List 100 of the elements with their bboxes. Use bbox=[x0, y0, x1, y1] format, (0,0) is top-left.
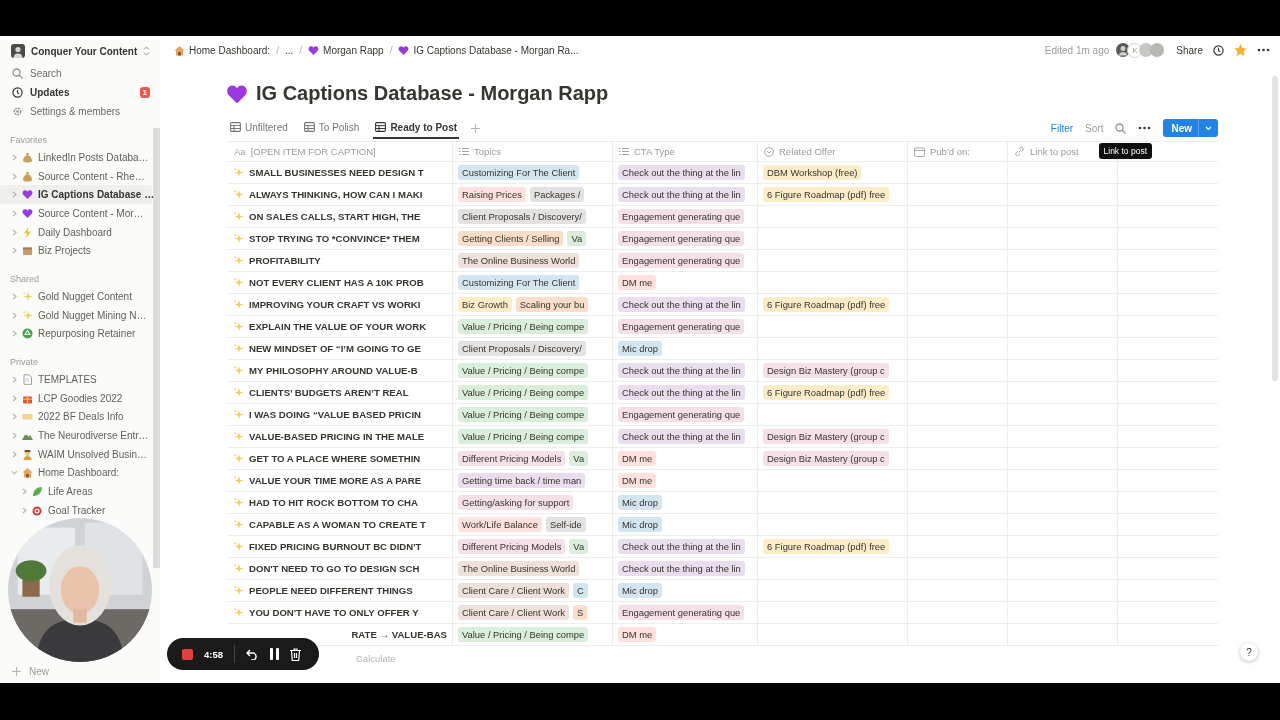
page-title: IG Captions Database - Morgan Rapp bbox=[256, 82, 609, 105]
sidebar-item[interactable]: Gold Nugget Content bbox=[0, 287, 152, 306]
sidebar-item[interactable]: Home Dashboard: bbox=[0, 463, 152, 483]
breadcrumb-link[interactable]: Home Dashboard: bbox=[174, 44, 271, 56]
row-title[interactable]: MY PHILOSOPHY AROUND VALUE-B bbox=[249, 365, 418, 376]
tag: Value / Pricing / Being compe bbox=[458, 385, 589, 400]
pause-icon bbox=[270, 648, 279, 660]
row-title[interactable]: YOU DON'T HAVE TO ONLY OFFER Y bbox=[249, 607, 419, 618]
sidebar-item[interactable]: Goal Tracker bbox=[0, 501, 152, 520]
sidebar-item[interactable]: WAIM Unsolved Busin… bbox=[0, 444, 152, 464]
recording-time: 4:58 bbox=[204, 648, 223, 660]
row-title[interactable]: DON'T NEED TO GO TO DESIGN SCH bbox=[249, 563, 420, 574]
row-title[interactable]: STOP TRYING TO *CONVINCE* THEM bbox=[249, 233, 420, 244]
row-title[interactable]: FIXED PRICING BURNOUT BC DIDN'T bbox=[249, 541, 422, 552]
sparkle-icon bbox=[233, 453, 244, 464]
stop-button[interactable] bbox=[182, 648, 193, 660]
row-title[interactable]: EXPLAIN THE VALUE OF YOUR WORK bbox=[249, 321, 427, 332]
row-title[interactable]: HAD TO HIT ROCK BOTTOM TO CHA bbox=[249, 497, 418, 508]
help-button[interactable]: ? bbox=[1240, 643, 1258, 661]
row-title[interactable]: NEW MINDSET OF “I’M GOING TO GE bbox=[249, 343, 421, 354]
tag: Va bbox=[569, 539, 589, 554]
row-title[interactable]: SMALL BUSINESSES NEED DESIGN T bbox=[249, 167, 424, 178]
settings-icon bbox=[12, 106, 23, 117]
sidebar-item[interactable]: Source Content - Rhe… bbox=[0, 166, 152, 186]
tag: DM me bbox=[618, 473, 657, 488]
tag: Raising Prices bbox=[458, 187, 526, 202]
chevron-right-icon bbox=[11, 376, 18, 384]
tag: DBM Workshop (free) bbox=[763, 165, 862, 180]
chevron-right-icon bbox=[11, 330, 18, 338]
tag: Getting Clients / Selling bbox=[458, 231, 564, 246]
chevron-right-icon bbox=[11, 153, 18, 161]
share-button[interactable]: Share bbox=[1176, 44, 1203, 56]
add-view-icon bbox=[471, 123, 481, 133]
sidebar-item[interactable]: Gold Nugget Mining N… bbox=[0, 305, 152, 325]
breadcrumb-link[interactable]: ... bbox=[284, 44, 294, 56]
chevron-right-icon bbox=[11, 292, 18, 300]
filter-button[interactable]: Filter bbox=[1050, 122, 1074, 134]
switcher-icon bbox=[143, 46, 151, 56]
tag: Value / Pricing / Being compe bbox=[458, 363, 589, 378]
tag: Check out the thing at the lin bbox=[618, 187, 745, 202]
tooltip: Link to post bbox=[1098, 143, 1152, 159]
sidebar-item[interactable]: The Neurodiverse Entr… bbox=[0, 426, 152, 445]
row-title[interactable]: PROFITABILITY bbox=[249, 255, 321, 266]
chevron-right-icon bbox=[11, 247, 18, 255]
view-tab[interactable]: Ready to Post bbox=[373, 117, 460, 139]
sidebar-item[interactable]: Repurposing Retainer bbox=[0, 324, 152, 344]
view-tab[interactable]: Unfiltered bbox=[228, 117, 290, 139]
avatar-icon bbox=[1116, 43, 1131, 57]
sidebar-item[interactable]: Search bbox=[0, 64, 160, 83]
chevron-right-icon bbox=[11, 228, 18, 236]
sidebar-item[interactable]: 2022 BF Deals Info bbox=[0, 407, 152, 427]
sidebar-item[interactable]: Source Content - Mor… bbox=[0, 204, 152, 223]
chevron-right-icon bbox=[21, 488, 28, 496]
tag: Check out the thing at the lin bbox=[618, 297, 745, 312]
leaf-icon bbox=[32, 486, 43, 498]
recycle-icon bbox=[22, 328, 33, 340]
tag: C bbox=[573, 583, 588, 598]
more-icon bbox=[1138, 126, 1152, 130]
breadcrumb-link[interactable]: IG Captions Database - Morgan Ra... bbox=[398, 44, 579, 56]
row-title[interactable]: RATE → VALUE-BAS bbox=[351, 629, 447, 640]
row-title[interactable]: NOT EVERY CLIENT HAS A 10K PROB bbox=[249, 277, 424, 288]
tag: 6 Figure Roadmap (pdf) free bbox=[763, 539, 890, 554]
tag: Customizing For The Client bbox=[458, 275, 580, 290]
sidebar-item[interactable]: LCP Goodies 2022 bbox=[0, 388, 152, 408]
chevron-right-icon bbox=[11, 191, 18, 199]
sidebar-item[interactable]: Daily Dashboard bbox=[0, 222, 152, 242]
row-title[interactable]: IMPROVING YOUR CRAFT VS WORKI bbox=[249, 299, 421, 310]
row-title[interactable]: VALUE YOUR TIME MORE AS A PARE bbox=[249, 475, 422, 486]
row-title[interactable]: ALWAYS THINKING, HOW CAN I MAKI bbox=[249, 189, 423, 200]
sidebar-item[interactable]: LinkedIn Posts Databa… bbox=[0, 148, 152, 167]
row-title[interactable]: PEOPLE NEED DIFFERENT THINGS bbox=[249, 585, 413, 596]
history-icon bbox=[1213, 44, 1224, 56]
breadcrumb-separator: / bbox=[389, 44, 393, 56]
view-tab[interactable]: To Polish bbox=[301, 117, 362, 139]
row-title[interactable]: CAPABLE AS A WOMAN TO CREATE T bbox=[249, 519, 426, 530]
sparkle-icon bbox=[233, 541, 244, 552]
breadcrumb-separator: / bbox=[276, 44, 279, 56]
breadcrumb-link[interactable]: Morgan Rapp bbox=[308, 44, 384, 56]
tag: Different Pricing Models bbox=[458, 539, 566, 554]
chevron-right-icon bbox=[11, 450, 18, 458]
row-title[interactable]: GET TO A PLACE WHERE SOMETHIN bbox=[249, 453, 421, 464]
sidebar-item[interactable]: Settings & members bbox=[0, 102, 160, 121]
sidebar-item[interactable]: Updates 1 bbox=[0, 83, 160, 102]
chevron-right-icon bbox=[11, 209, 18, 217]
row-title[interactable]: I WAS DOING “VALUE BASED PRICIN bbox=[249, 409, 421, 420]
workspace-switcher[interactable]: Conquer Your Content bbox=[0, 42, 160, 64]
row-title[interactable]: VALUE-BASED PRICING IN THE MALE bbox=[249, 431, 425, 442]
chevron-down-icon bbox=[11, 469, 18, 477]
caret-icon bbox=[1205, 125, 1212, 131]
row-title[interactable]: CLIENTS’ BUDGETS AREN’T REAL bbox=[249, 387, 409, 398]
sparkle-icon bbox=[233, 299, 244, 310]
new-button[interactable]: New bbox=[1163, 119, 1218, 137]
sidebar-item[interactable]: Biz Projects bbox=[0, 241, 152, 261]
count-badge: 1 bbox=[139, 87, 150, 98]
sidebar-item[interactable]: Life Areas bbox=[0, 482, 152, 501]
sidebar-item[interactable]: IG Captions Database … bbox=[0, 185, 152, 205]
sparkle-icon bbox=[22, 290, 33, 302]
edited-time: Edited 1m ago bbox=[1044, 44, 1110, 56]
row-title[interactable]: ON SALES CALLS, START HIGH, THE bbox=[249, 211, 421, 222]
sidebar-item[interactable]: TEMPLATES bbox=[0, 370, 152, 389]
